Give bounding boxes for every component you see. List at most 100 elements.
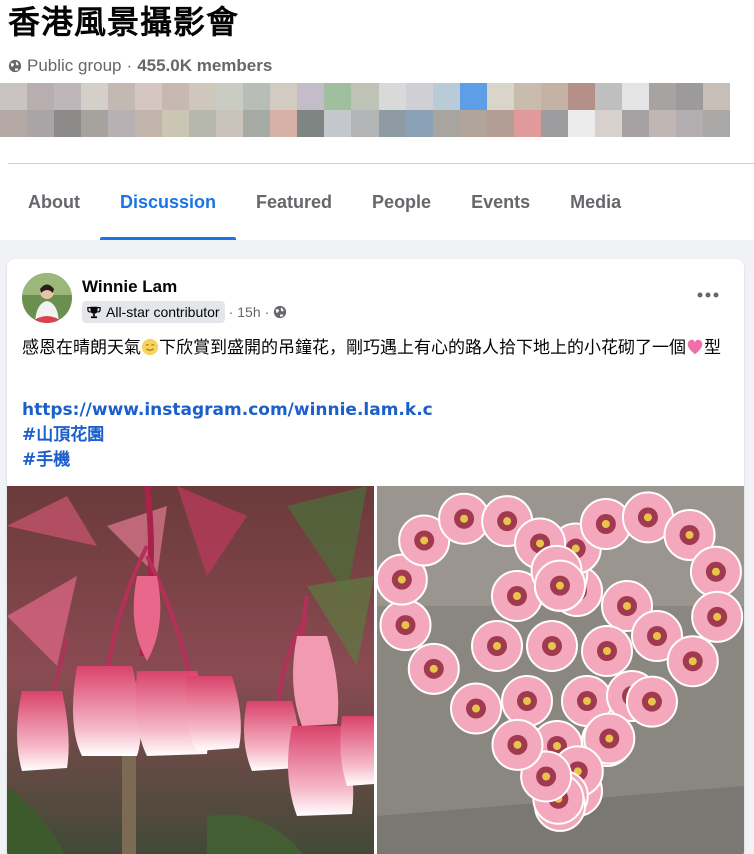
flower-stamen bbox=[553, 742, 561, 750]
member-avatar-tile bbox=[378, 110, 406, 137]
hashtag-phone[interactable]: #手機 bbox=[22, 448, 433, 473]
member-avatar-tile bbox=[567, 110, 595, 137]
flower-stamen bbox=[555, 581, 564, 590]
flower-stamen bbox=[493, 642, 501, 650]
flower-stamen bbox=[583, 697, 591, 705]
header-divider bbox=[8, 163, 754, 164]
tab-people[interactable]: People bbox=[352, 165, 451, 240]
member-avatar-tile bbox=[297, 83, 325, 110]
member-avatar-tile bbox=[135, 83, 163, 110]
member-avatar-tile bbox=[702, 83, 730, 110]
flower-stamen bbox=[713, 612, 722, 621]
flower-stamen bbox=[601, 520, 610, 529]
globe-icon bbox=[274, 305, 287, 319]
member-avatar-tile bbox=[351, 83, 379, 110]
member-avatar-tile bbox=[0, 83, 28, 110]
meta-dot: · bbox=[228, 304, 234, 320]
flower-stamen bbox=[513, 592, 521, 600]
more-options-button[interactable] bbox=[696, 283, 720, 307]
post-author[interactable]: Winnie Lam bbox=[82, 276, 177, 298]
member-avatar-tile bbox=[486, 83, 514, 110]
member-avatar-tile bbox=[702, 110, 730, 137]
member-avatar-tile bbox=[0, 110, 28, 137]
post-time[interactable]: 15h bbox=[237, 304, 260, 320]
member-avatar-tile bbox=[675, 83, 703, 110]
flower-stamen bbox=[401, 621, 410, 630]
tab-media[interactable]: Media bbox=[550, 165, 641, 240]
member-avatar-tile bbox=[405, 83, 433, 110]
flower-stamen bbox=[643, 513, 652, 522]
member-avatar-tile bbox=[405, 110, 433, 137]
tab-events[interactable]: Events bbox=[451, 165, 550, 240]
flower-stamen bbox=[513, 740, 522, 749]
photo-flower-heart[interactable] bbox=[377, 486, 744, 854]
member-avatars-strip[interactable] bbox=[0, 83, 730, 137]
group-tabs: About Discussion Featured People Events … bbox=[8, 165, 641, 240]
photo-bell-flowers[interactable] bbox=[7, 486, 374, 854]
member-avatar-tile bbox=[675, 110, 703, 137]
smiling-face-emoji bbox=[141, 338, 159, 356]
member-avatar-tile bbox=[108, 110, 136, 137]
post-text-part3: 型 bbox=[704, 338, 721, 358]
instagram-link[interactable]: https://www.instagram.com/winnie.lam.k.c bbox=[22, 398, 433, 423]
member-avatar-tile bbox=[135, 110, 163, 137]
hashtag-peak-garden[interactable]: #山頂花園 bbox=[22, 423, 433, 448]
member-avatar-tile bbox=[270, 83, 298, 110]
contributor-badge[interactable]: All-star contributor bbox=[82, 301, 225, 323]
flower-stamen bbox=[503, 517, 512, 526]
tab-discussion[interactable]: Discussion bbox=[99, 165, 237, 240]
post-text-part2: 下欣賞到盛開的吊鐘花，剛巧遇上有心的路人拾下地上的小花砌了一個 bbox=[159, 338, 686, 358]
flower-stamen bbox=[653, 632, 661, 640]
member-avatar-tile bbox=[513, 83, 541, 110]
flower-stamen bbox=[548, 642, 556, 650]
member-avatar-tile bbox=[270, 110, 298, 137]
flower-stamen bbox=[605, 734, 614, 743]
avatar[interactable] bbox=[22, 273, 72, 323]
flower-stamen bbox=[523, 697, 531, 705]
member-avatar-tile bbox=[297, 110, 325, 137]
member-avatar-tile bbox=[27, 110, 55, 137]
tab-featured[interactable]: Featured bbox=[236, 165, 352, 240]
group-title[interactable]: 香港風景攝影會 bbox=[8, 2, 239, 42]
member-avatar-tile bbox=[486, 110, 514, 137]
member-avatar-tile bbox=[594, 83, 622, 110]
member-avatar-tile bbox=[216, 83, 244, 110]
flower-stamen bbox=[420, 536, 429, 545]
member-avatar-tile bbox=[594, 110, 622, 137]
member-avatar-tile bbox=[216, 110, 244, 137]
member-avatar-tile bbox=[108, 83, 136, 110]
flower-stamen bbox=[603, 647, 611, 655]
member-avatar-tile bbox=[648, 110, 676, 137]
post-meta: All-star contributor · 15h · bbox=[82, 301, 287, 323]
flower-stamen bbox=[685, 530, 694, 539]
member-avatar-tile bbox=[621, 110, 649, 137]
post-links: https://www.instagram.com/winnie.lam.k.c… bbox=[22, 398, 433, 473]
flower-stamen bbox=[542, 772, 551, 781]
member-avatar-tile bbox=[81, 110, 109, 137]
trophy-icon bbox=[87, 306, 101, 319]
member-avatar-tile bbox=[243, 110, 271, 137]
member-avatar-tile bbox=[27, 83, 55, 110]
member-avatar-tile bbox=[432, 83, 460, 110]
member-avatar-tile bbox=[540, 110, 568, 137]
flower-stamen bbox=[472, 704, 481, 713]
pink-heart-emoji bbox=[687, 339, 703, 355]
flower-stamen bbox=[711, 567, 720, 576]
tab-about[interactable]: About bbox=[8, 165, 100, 240]
member-avatar-tile bbox=[459, 83, 487, 110]
member-avatar-tile bbox=[243, 83, 271, 110]
member-avatar-tile bbox=[432, 110, 460, 137]
member-avatar-tile bbox=[459, 110, 487, 137]
post-card: Winnie Lam All-star contributor · 15h · bbox=[7, 259, 744, 854]
member-avatar-tile bbox=[54, 110, 82, 137]
member-avatar-tile bbox=[162, 83, 190, 110]
flower-stamen bbox=[397, 575, 406, 584]
badge-label: All-star contributor bbox=[106, 304, 220, 320]
member-avatar-tile bbox=[648, 83, 676, 110]
member-avatar-tile bbox=[81, 83, 109, 110]
flower-stamen bbox=[429, 664, 438, 673]
group-header: 香港風景攝影會 Public group · 455.0K members Ab… bbox=[0, 0, 754, 240]
globe-icon bbox=[8, 59, 22, 73]
member-avatar-tile bbox=[324, 110, 352, 137]
member-count[interactable]: 455.0K members bbox=[137, 55, 272, 77]
